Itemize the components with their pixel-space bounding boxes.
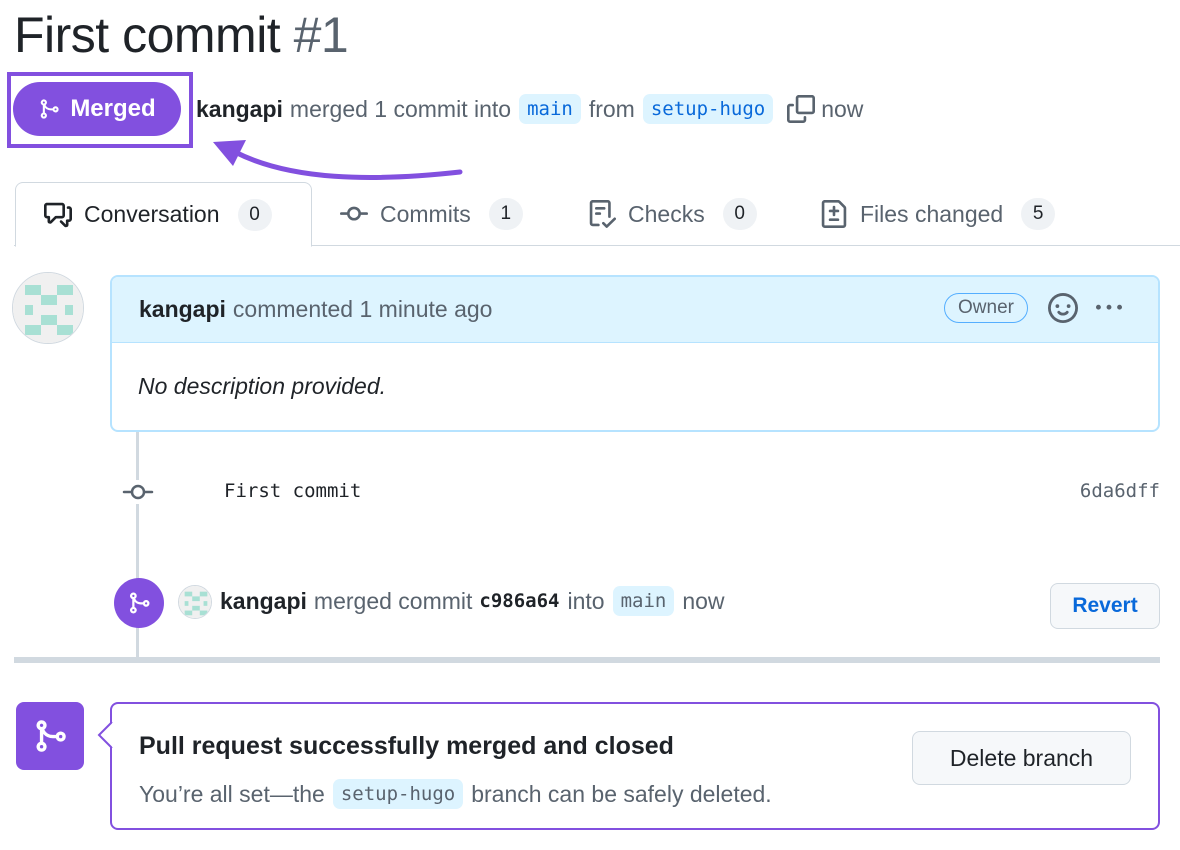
tab-conversation-label: Conversation: [84, 201, 220, 227]
pr-title: First commit: [14, 7, 281, 63]
base-branch[interactable]: main: [519, 94, 581, 124]
merged-head-branch[interactable]: setup-hugo: [332, 779, 464, 809]
tab-conversation[interactable]: Conversation 0: [15, 182, 312, 247]
merge-author[interactable]: kangapi: [220, 588, 307, 615]
revert-button[interactable]: Revert: [1050, 583, 1160, 629]
copy-icon[interactable]: [787, 95, 816, 123]
pr-author-link[interactable]: kangapi: [196, 96, 283, 123]
tab-files-changed[interactable]: Files changed 5: [820, 182, 1056, 246]
tab-checks[interactable]: Checks 0: [588, 182, 757, 246]
timeline-divider: [14, 657, 1160, 663]
git-commit-icon: [340, 206, 368, 221]
tab-commits[interactable]: Commits 1: [340, 182, 523, 246]
merged-status-icon: [16, 702, 84, 770]
merge-event-node: [114, 578, 164, 628]
owner-badge: Owner: [944, 293, 1028, 323]
comment-header: kangapi commented 1 minute ago Owner: [112, 277, 1158, 343]
merge-action: merged commit: [313, 587, 473, 614]
tab-files-count: 5: [1021, 198, 1056, 230]
merged-subtitle: You’re all set—the setup-hugo branch can…: [139, 774, 772, 814]
pr-meta: kangapi merged 1 commit into main from s…: [196, 88, 863, 130]
from-label: from: [588, 95, 635, 122]
identicon: [179, 586, 211, 618]
checklist-icon: [589, 200, 616, 228]
kebab-horizontal-icon[interactable]: [1094, 295, 1124, 321]
smiley-icon[interactable]: [1048, 293, 1078, 323]
pr-number: #1: [293, 7, 349, 63]
merge-into: into: [567, 587, 605, 614]
git-commit-icon: [122, 480, 154, 504]
commit-sha[interactable]: 6da6dff: [1000, 480, 1160, 502]
comment-body: No description provided.: [138, 373, 387, 399]
comment-card: kangapi commented 1 minute ago Owner No …: [110, 275, 1160, 432]
file-diff-icon: [821, 200, 847, 228]
tab-checks-count: 0: [722, 198, 757, 230]
tab-checks-label: Checks: [628, 200, 705, 227]
merge-commit-sha[interactable]: c986a64: [479, 590, 559, 612]
merged-title: Pull request successfully merged and clo…: [139, 732, 674, 760]
delete-branch-button[interactable]: Delete branch: [912, 731, 1131, 785]
merge-event-text: kangapi merged commit c986a64 into main …: [220, 581, 725, 621]
git-merge-icon: [36, 720, 66, 752]
identicon: [13, 273, 83, 343]
commit-message[interactable]: First commit: [224, 480, 361, 502]
page-title: First commit #1: [14, 6, 349, 64]
comment-author[interactable]: kangapi: [139, 296, 226, 323]
tab-conversation-count: 0: [237, 198, 272, 231]
merge-time: now: [682, 587, 725, 614]
head-branch[interactable]: setup-hugo: [642, 94, 774, 124]
tab-files-label: Files changed: [860, 200, 1004, 227]
merged-label: Merged: [70, 95, 156, 122]
pr-time: now: [821, 95, 864, 122]
avatar[interactable]: [178, 585, 212, 619]
merge-base-branch[interactable]: main: [612, 586, 675, 616]
merge-box-caret: [97, 721, 113, 749]
merge-summary: merged 1 commit into: [289, 95, 512, 122]
git-merge-icon: [130, 592, 150, 614]
git-merge-icon: [41, 99, 59, 119]
comment-discussion-icon: [44, 202, 72, 227]
avatar[interactable]: [12, 272, 84, 344]
tab-commits-count: 1: [488, 198, 523, 230]
tab-commits-label: Commits: [380, 200, 471, 227]
merged-sub-after: branch can be safely deleted.: [471, 780, 772, 807]
comment-action[interactable]: commented 1 minute ago: [233, 296, 493, 323]
merged-state-badge: Merged: [13, 82, 181, 136]
merged-sub-before: You’re all set—the: [139, 780, 325, 807]
merged-closed-box: Pull request successfully merged and clo…: [110, 702, 1160, 830]
